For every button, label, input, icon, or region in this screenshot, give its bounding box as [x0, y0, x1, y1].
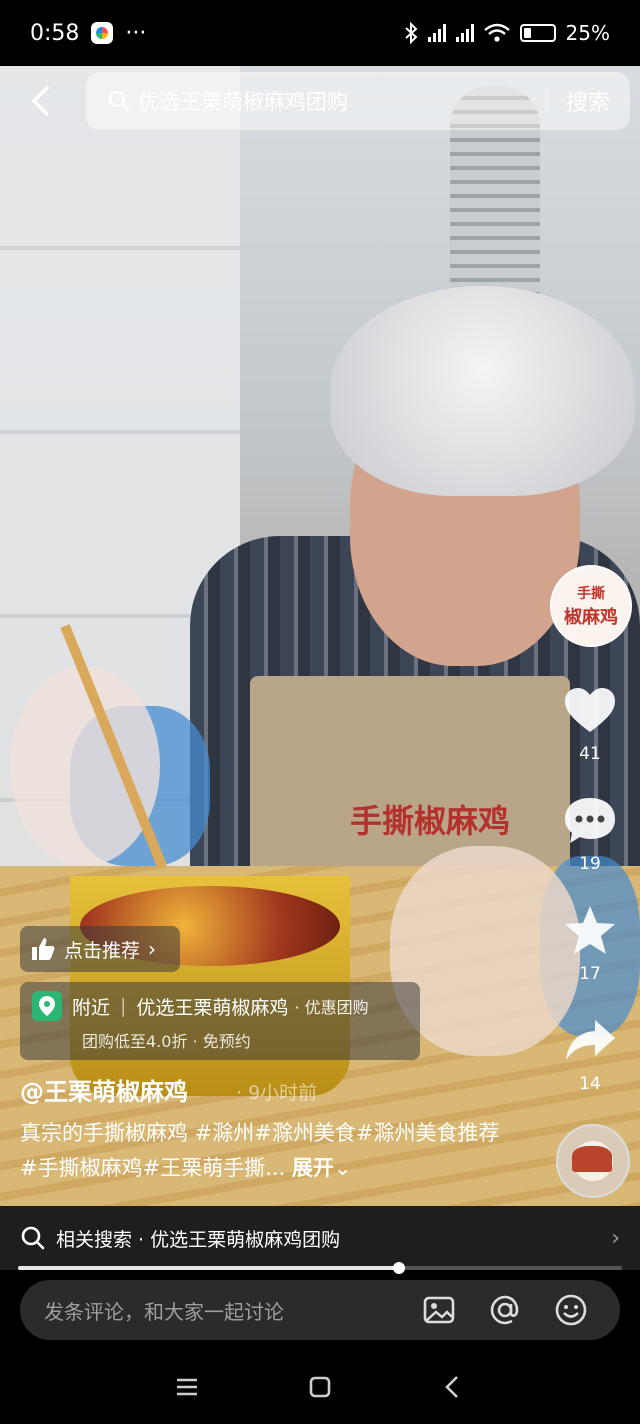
- related-search-bar[interactable]: 相关搜索 · 优选王栗萌椒麻鸡团购 ›: [0, 1206, 640, 1270]
- back-nav-icon[interactable]: [439, 1373, 467, 1401]
- caption-text: 真宗的手撕椒麻鸡 #滁州#滁州美食#滁州美食推荐#手撕椒麻鸡#王栗萌手撕...: [20, 1121, 500, 1180]
- battery-icon: [519, 24, 556, 42]
- home-icon[interactable]: [306, 1373, 334, 1401]
- favorite-count: 17: [579, 964, 601, 984]
- comment-count: 19: [579, 854, 601, 874]
- wifi-icon: [483, 23, 510, 42]
- status-left: 0:58 ···: [30, 21, 146, 46]
- chevron-right-icon: ›: [611, 1225, 620, 1251]
- location-pin-icon: [32, 991, 62, 1021]
- heart-icon: [565, 688, 615, 732]
- share-count: 14: [579, 1074, 601, 1094]
- cell-signal-1-icon: [427, 24, 446, 42]
- mention-icon[interactable]: [488, 1293, 522, 1327]
- status-bar: 0:58 ··· 25%: [0, 0, 640, 66]
- more-notifications-icon: ···: [125, 20, 147, 46]
- comment-bubble-icon: [565, 798, 615, 843]
- like-count: 41: [579, 744, 601, 764]
- favorite-button[interactable]: 17: [548, 902, 632, 984]
- share-button[interactable]: 14: [548, 1012, 632, 1094]
- search-icon: [108, 90, 130, 112]
- search-input[interactable]: 优选王栗萌椒麻鸡团购 搜索: [86, 72, 630, 130]
- expand-button[interactable]: 展开: [292, 1156, 334, 1180]
- recommend-button[interactable]: 点击推荐 ›: [20, 926, 180, 972]
- system-nav-bar: [0, 1350, 640, 1424]
- battery-fill: [523, 28, 531, 38]
- thumbs-up-icon: [32, 938, 55, 960]
- share-arrow-icon: [566, 1020, 615, 1060]
- video-progress-bar[interactable]: [18, 1262, 622, 1274]
- recommend-chevron-icon: ›: [148, 937, 157, 961]
- menu-icon[interactable]: [173, 1373, 201, 1401]
- poi-tag: 附近: [72, 996, 111, 1019]
- poi-card[interactable]: 附近 | 优选王栗萌椒麻鸡 · 优惠团购 团购低至4.0折 · 免预约: [20, 982, 420, 1060]
- progress-fill: [18, 1266, 399, 1270]
- image-icon[interactable]: [422, 1293, 456, 1327]
- avatar-text-line2: 椒麻鸡: [564, 607, 618, 628]
- left-gloved-hand: [10, 666, 160, 866]
- like-button[interactable]: 41: [548, 682, 632, 764]
- comment-button[interactable]: 19: [548, 792, 632, 874]
- top-search-bar: 优选王栗萌椒麻鸡团购 搜索: [0, 72, 640, 130]
- shop-avatar[interactable]: 手撕 椒麻鸡: [550, 565, 632, 647]
- search-query: 优选王栗萌椒麻鸡团购: [138, 90, 348, 114]
- status-right: 25%: [404, 21, 610, 45]
- clock: 0:58: [30, 20, 80, 46]
- chevron-left-icon: [32, 86, 49, 116]
- progress-knob[interactable]: [392, 1262, 405, 1274]
- poi-detail: 团购低至4.0折 · 免预约: [82, 1032, 251, 1051]
- back-button[interactable]: [0, 72, 80, 130]
- emoji-icon[interactable]: [554, 1293, 588, 1327]
- poi-header: 附近 | 优选王栗萌椒麻鸡 · 优惠团购: [32, 991, 408, 1021]
- app-notification-icon: [91, 22, 114, 44]
- poi-name: 优选王栗萌椒麻鸡: [136, 996, 289, 1019]
- search-divider: [546, 87, 548, 115]
- comment-placeholder: 发条评论，和大家一起讨论: [44, 1299, 284, 1324]
- poi-divider: |: [120, 995, 127, 1017]
- apron-brand-text: 手撕椒麻鸡: [350, 802, 511, 840]
- cell-signal-2-icon: [455, 24, 474, 42]
- hairnet-cap: [330, 286, 635, 496]
- author-name[interactable]: @王栗萌椒麻鸡: [20, 1072, 188, 1107]
- recommend-label: 点击推荐: [64, 939, 141, 962]
- battery-percent: 25%: [565, 21, 610, 45]
- star-icon: [565, 906, 615, 954]
- bluetooth-icon: [404, 22, 417, 44]
- expand-chevron-icon: ⌄: [333, 1156, 352, 1180]
- avatar-text-line1: 手撕: [577, 586, 605, 602]
- search-icon: [21, 1226, 45, 1250]
- post-time: · 9小时前: [236, 1082, 318, 1104]
- search-button[interactable]: 搜索: [566, 85, 610, 117]
- poi-suffix: · 优惠团购: [294, 998, 369, 1017]
- caption: 真宗的手撕椒麻鸡 #滁州#滁州美食#滁州美食推荐#手撕椒麻鸡#王栗萌手撕... …: [20, 1116, 500, 1186]
- related-search-label: 相关搜索 · 优选王栗萌椒麻鸡团购: [56, 1228, 341, 1251]
- comment-input[interactable]: 发条评论，和大家一起讨论: [20, 1280, 620, 1340]
- music-disc-icon[interactable]: [556, 1124, 630, 1198]
